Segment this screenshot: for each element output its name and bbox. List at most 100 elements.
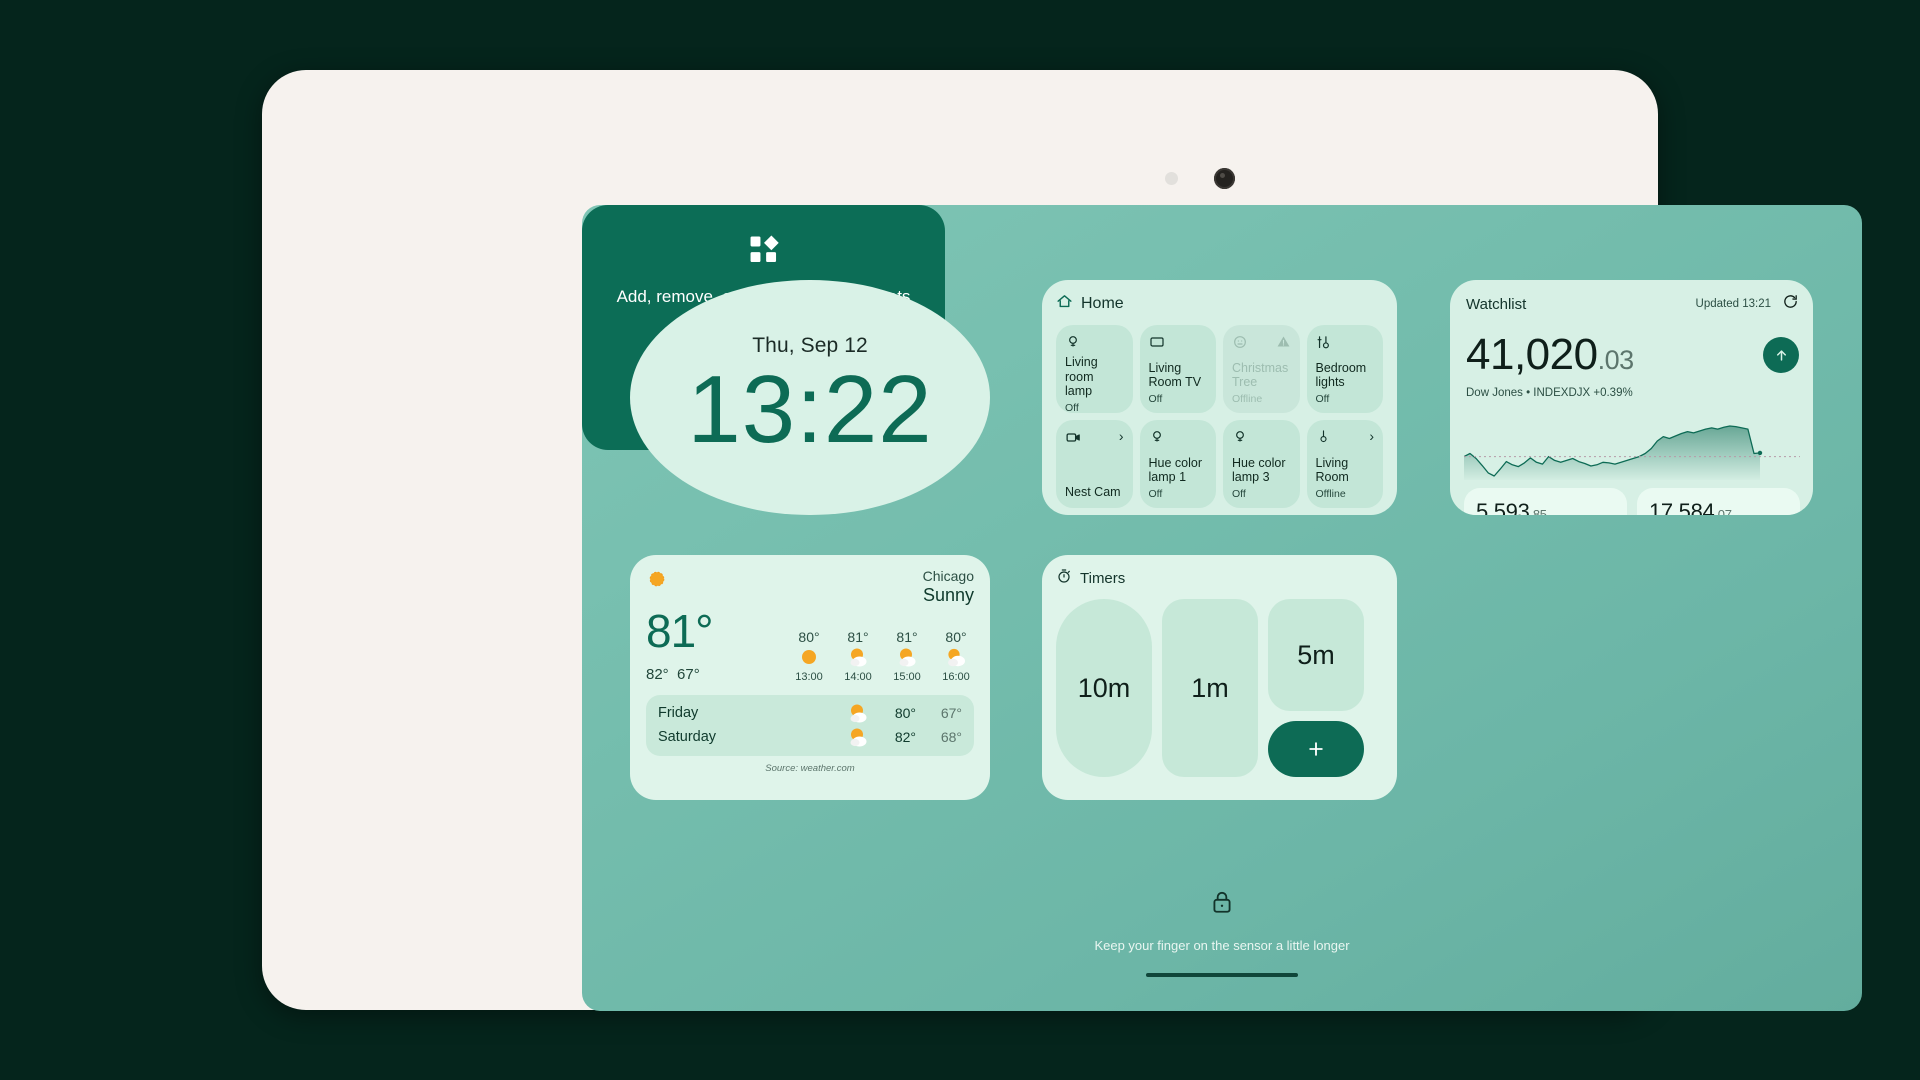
weather-hour-item: 80° 13:00: [791, 629, 827, 683]
timer-chip-5m[interactable]: 5m: [1268, 599, 1364, 711]
add-timer-button[interactable]: [1268, 721, 1364, 777]
sun-icon: [802, 650, 816, 664]
home-tile-christmas-tree[interactable]: Christmas Tree Offline: [1223, 325, 1300, 413]
camera-icon: [1065, 429, 1082, 451]
weather-day-row: Friday 80° 67°: [658, 701, 962, 725]
lock-area: Keep your finger on the sensor a little …: [582, 889, 1862, 977]
tablet-screen: Thu, Sep 12 13:22 Home Living room lamp …: [582, 205, 1862, 1011]
lock-icon[interactable]: [1209, 889, 1235, 920]
weather-city: Chicago: [922, 568, 974, 584]
weather-widget[interactable]: Chicago Sunny 81° 82° 67° 80° 13:00 81° …: [630, 555, 990, 800]
timers-title: Timers: [1080, 570, 1126, 587]
watchlist-price-row: 41,020.03: [1466, 333, 1799, 377]
clock-date: Thu, Sep 12: [752, 334, 868, 358]
hour-time: 14:00: [844, 671, 872, 683]
tile-state: Offline: [1315, 488, 1346, 500]
front-camera-icon: [1214, 168, 1235, 189]
weather-hour-item: 81° 14:00: [840, 629, 876, 683]
watchlist-subtitle: Dow Jones • INDEXDJX +0.39%: [1466, 387, 1633, 399]
watchlist-card[interactable]: 17,584.07: [1637, 488, 1800, 515]
weather-daily-forecast: Friday 80° 67° Saturday 82° 68°: [646, 695, 974, 756]
weather-low: 67°: [677, 666, 700, 683]
watchlist-secondary-cards: 5,593.85 17,584.07: [1464, 488, 1800, 515]
tile-top-row: ›: [1316, 428, 1374, 451]
plus-icon: [1309, 742, 1323, 756]
home-tile-bedroom-lights[interactable]: Bedroom lights Off: [1306, 325, 1383, 413]
hour-time: 15:00: [893, 671, 921, 683]
home-tile-living-room-tv[interactable]: Living Room TV Off: [1139, 325, 1216, 413]
timers-list: 10m 1m 5m: [1056, 599, 1383, 777]
tile-top-row: [1232, 334, 1291, 356]
tile-state: Off: [1065, 401, 1079, 414]
home-tile-living-room-thermostat[interactable]: › Living Room Offline: [1306, 420, 1383, 508]
clock-widget[interactable]: Thu, Sep 12 13:22: [630, 280, 990, 515]
weather-day-row: Saturday 82° 68°: [658, 725, 962, 749]
tablet-bezel: [262, 70, 1658, 136]
lightbulb-icon: [1149, 429, 1165, 450]
tile-label: Living Room: [1315, 455, 1349, 485]
watchlist-title: Watchlist: [1466, 295, 1527, 313]
day-low: 67°: [940, 705, 962, 721]
tile-top-row: [1316, 334, 1375, 356]
tile-label: Living room lamp: [1065, 355, 1098, 399]
watchlist-trend-up-button[interactable]: [1763, 337, 1799, 373]
home-tile-grid: Living room lamp Off Living Room TV Off: [1056, 325, 1383, 508]
sun-cloud-icon: [850, 728, 867, 747]
tile-top-row: [1065, 334, 1124, 355]
watchlist-card-value: 5,593.85: [1476, 499, 1627, 515]
tile-top-row: [1232, 429, 1291, 451]
watchlist-price: 41,020.03: [1466, 333, 1634, 377]
timer-icon: [1056, 568, 1072, 589]
watchlist-price-cents: .03: [1597, 345, 1635, 375]
tile-label: Christmas Tree: [1232, 360, 1289, 390]
hour-temp: 81°: [896, 629, 918, 645]
tile-top-row: [1149, 334, 1208, 356]
home-tile-nest-cam[interactable]: › Nest Cam: [1056, 420, 1133, 508]
timer-chip-10m[interactable]: 10m: [1056, 599, 1152, 777]
watchlist-updated-label: Updated 13:21: [1695, 298, 1771, 310]
home-widget[interactable]: Home Living room lamp Off Living Room TV…: [1042, 280, 1397, 515]
watchlist-card-cents: .07: [1714, 507, 1732, 515]
day-name: Friday: [658, 705, 699, 721]
hour-time: 16:00: [942, 671, 970, 683]
watchlist-card-cents: .85: [1529, 507, 1547, 515]
watchlist-widget[interactable]: Watchlist Updated 13:21 41,020.03 Dow Jo…: [1450, 280, 1813, 515]
weather-hourly-forecast: 80° 13:00 81° 14:00 81° 15:00 80° 16:00: [791, 629, 974, 683]
day-high: 80°: [894, 705, 916, 721]
hour-time: 13:00: [795, 671, 823, 683]
tile-label: Bedroom lights: [1315, 360, 1367, 390]
home-widget-title: Home: [1081, 295, 1124, 312]
tile-state: Off: [1148, 488, 1163, 500]
home-tile-hue-color-lamp-1[interactable]: Hue color lamp 1 Off: [1139, 420, 1216, 508]
tablet-device: Thu, Sep 12 13:22 Home Living room lamp …: [262, 70, 1862, 1011]
watchlist-card[interactable]: 5,593.85: [1464, 488, 1627, 515]
timers-widget[interactable]: Timers 10m 1m 5m: [1042, 555, 1397, 800]
weather-high: 82°: [646, 666, 669, 683]
timer-chip-1m[interactable]: 1m: [1162, 599, 1258, 777]
weather-high-low: 82° 67°: [646, 666, 713, 683]
day-high: 82°: [894, 729, 916, 745]
tile-state: Offline: [1232, 393, 1263, 405]
home-indicator[interactable]: [1146, 973, 1298, 977]
home-tile-living-room-lamp[interactable]: Living room lamp Off: [1056, 325, 1133, 414]
sun-cloud-icon: [948, 648, 965, 667]
warning-icon: [1276, 334, 1291, 354]
watchlist-header: Watchlist Updated 13:21: [1466, 293, 1799, 315]
chevron-right-icon: ›: [1369, 428, 1374, 444]
sun-cloud-icon: [850, 704, 867, 723]
tile-top-row: ›: [1065, 429, 1124, 451]
tile-top-row: [1149, 429, 1208, 451]
weather-top-row: Chicago Sunny: [646, 568, 974, 606]
tile-state: Off: [1315, 393, 1330, 405]
timers-header: Timers: [1056, 568, 1383, 589]
lamp-group-icon: [1316, 334, 1333, 356]
lightbulb-icon: [1065, 334, 1081, 355]
refresh-icon[interactable]: [1782, 293, 1799, 315]
watchlist-card-main: 5,593: [1476, 499, 1530, 515]
home-widget-header: Home: [1056, 293, 1383, 315]
widgets-icon: [747, 233, 781, 272]
home-tile-hue-color-lamp-3[interactable]: Hue color lamp 3 Off: [1223, 420, 1300, 508]
hour-temp: 80°: [945, 629, 967, 645]
day-low: 68°: [940, 729, 962, 745]
weather-current-temp: 81°: [646, 605, 714, 657]
